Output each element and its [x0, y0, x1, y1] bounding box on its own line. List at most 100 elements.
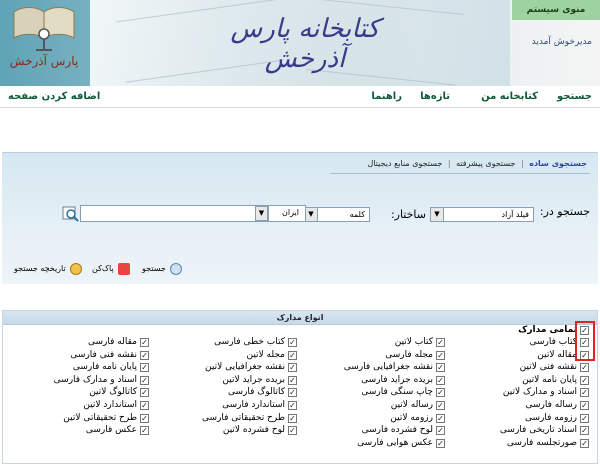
document-type-checkbox[interactable]: ✓ کاتالوگ لاتین: [9, 387, 149, 398]
document-type-checkbox[interactable]: ✓ مجله لاتین: [157, 350, 297, 361]
document-type-label: مجله فارسی: [385, 349, 433, 360]
document-type-checkbox[interactable]: ✓ نقشه فنی لاتین: [449, 362, 589, 373]
system-menu-button[interactable]: منوی سیستم: [512, 0, 600, 20]
document-type-checkbox[interactable]: ✓ اسناد و مدارک لاتین: [449, 387, 589, 398]
checkbox-checked-icon: ✓: [288, 375, 297, 385]
tabs-divider: [330, 173, 590, 174]
nav-add-page[interactable]: اضافه کردن صفحه: [8, 91, 100, 102]
checkbox-checked-icon: ✓: [436, 438, 445, 448]
nav-help[interactable]: راهنما: [371, 91, 402, 102]
document-type-label: لوح فشرده لاتین: [222, 425, 285, 436]
structure-select[interactable]: کلمه ▼: [304, 207, 370, 222]
document-type-checkbox[interactable]: ✓ کتاب فارسی: [449, 337, 589, 348]
input-lang-text: ایران: [282, 208, 299, 217]
document-type-label: نقشه جغرافیایی لاتین: [205, 362, 285, 373]
checkbox-checked-icon: ✓: [436, 363, 445, 373]
document-type-label: اسناد تاریخی فارسی: [499, 425, 577, 436]
document-type-label: استاندارد لاتین: [83, 400, 137, 410]
query-label: جستجو در:: [539, 205, 590, 218]
document-type-checkbox[interactable]: ✓ کاتالوگ فارسی: [157, 387, 297, 398]
document-type-label: استاندارد فارسی: [222, 400, 285, 410]
checkbox-checked-icon: ✓: [288, 350, 297, 360]
document-type-label: عکس فارسی: [85, 425, 137, 436]
document-type-checkbox[interactable]: ✓ رزومه لاتین: [305, 413, 445, 424]
checkbox-checked-icon: ✓: [436, 401, 445, 410]
checkbox-checked-icon: ✓: [580, 426, 589, 436]
tab-advanced-search[interactable]: جستجوی پیشرفته: [453, 159, 518, 168]
checkbox-checked-icon: ✓: [436, 338, 445, 347]
document-type-checkbox[interactable]: ✓ مقاله فارسی: [9, 337, 149, 348]
document-type-checkbox[interactable]: ✓ کتاب لاتین: [305, 337, 445, 348]
document-type-checkbox[interactable]: ✓ بریده جراید لاتین: [157, 375, 297, 386]
clear-button[interactable]: پاک‌کن: [92, 261, 131, 277]
document-type-checkbox[interactable]: ✓ اسناد و مدارک فارسی: [9, 375, 149, 386]
document-type-checkbox[interactable]: ✓ نقشه فنی فارسی: [9, 350, 149, 361]
document-type-checkbox[interactable]: ✓ کتاب خطی فارسی: [157, 337, 297, 348]
document-type-checkbox[interactable]: ✓ نقشه جغرافیایی فارسی: [305, 362, 445, 373]
magnifier-icon: [170, 262, 183, 275]
nav-news[interactable]: تازه‌ها: [420, 91, 450, 102]
nav-search[interactable]: جستجو: [557, 91, 592, 102]
lookup-icon[interactable]: [62, 205, 79, 222]
structure-label: ساختار:: [390, 208, 426, 221]
document-type-checkbox[interactable]: ✓ طرح تحقیقاتی فارسی: [157, 413, 297, 424]
tab-simple-search[interactable]: جستجوی ساده: [526, 159, 590, 168]
document-type-checkbox[interactable]: ✓ اسناد تاریخی فارسی: [449, 425, 589, 436]
checkbox-checked-icon: ✓: [288, 363, 297, 373]
library-logo[interactable]: پارس آذرخش: [8, 4, 80, 80]
checkbox-checked-icon: ✓: [140, 413, 149, 423]
document-type-checkbox[interactable]: ✓ مقاله لاتین: [449, 350, 589, 361]
close-icon: [118, 262, 131, 275]
document-type-checkbox[interactable]: ✓ پایان نامه لاتین: [449, 375, 589, 386]
checkbox-checked-icon: ✓: [140, 375, 149, 385]
document-type-label: رزومه فارسی: [525, 412, 577, 423]
checkbox-checked-icon: ✓: [140, 401, 149, 410]
document-type-label: کاتالوگ فارسی: [227, 387, 285, 398]
document-type-label: بریده جراید فارسی: [361, 374, 433, 385]
document-type-checkbox[interactable]: ✓ رساله لاتین: [305, 400, 445, 411]
document-type-checkbox[interactable]: ✓ صورتجلسه فارسی: [449, 438, 589, 449]
document-type-checkbox[interactable]: ✓ پایان نامه فارسی: [9, 362, 149, 373]
document-type-checkbox[interactable]: ✓ چاپ سنگی فارسی: [305, 387, 445, 398]
document-type-label: کتاب لاتین: [394, 337, 433, 347]
checkbox-checked-icon: ✓: [140, 363, 149, 373]
document-type-label: نقشه فنی فارسی: [70, 349, 137, 360]
tab-digital-search[interactable]: جستجوی منابع دیجیتال: [365, 159, 446, 168]
document-type-checkbox[interactable]: ✓ استاندارد لاتین: [9, 400, 149, 411]
document-type-label: لوح فشرده فارسی: [361, 425, 433, 436]
document-type-checkbox[interactable]: ✓ استاندارد فارسی: [157, 400, 297, 411]
document-type-checkbox[interactable]: ✓ بریده جراید فارسی: [305, 375, 445, 386]
document-type-checkbox[interactable]: ✓ رزومه فارسی: [449, 413, 589, 424]
nav-my-library[interactable]: کتابخانه من: [481, 91, 538, 102]
document-type-checkbox[interactable]: ✓ طرح تحقیقاتی لاتین: [9, 413, 149, 424]
document-type-checkbox[interactable]: ✓ لوح فشرده فارسی: [305, 425, 445, 436]
page-header: کتابخانه پارس آذرخش پارس آذرخش منوی سیست…: [0, 0, 600, 86]
checkbox-checked-icon: ✓: [580, 363, 589, 373]
document-type-label: اسناد و مدارک لاتین: [502, 387, 577, 398]
document-type-label: پایان نامه لاتین: [522, 374, 577, 385]
document-type-label: چاپ سنگی فارسی: [361, 387, 433, 398]
document-type-checkbox[interactable]: ✓ لوح فشرده لاتین: [157, 425, 297, 436]
document-type-label: مجله لاتین: [246, 349, 285, 360]
document-type-checkbox[interactable]: ✓ نقشه جغرافیایی لاتین: [157, 362, 297, 373]
search-panel: جستجوی ساده | جستجوی پیشرفته | جستجوی من…: [2, 152, 598, 284]
search-input[interactable]: ایران ▼: [80, 205, 306, 222]
chevron-down-icon: ▼: [431, 208, 444, 221]
field-select[interactable]: فیلد آزاد ▼: [430, 207, 534, 222]
document-type-checkbox[interactable]: ✓ عکس فارسی: [9, 425, 149, 436]
document-type-label: نقشه جغرافیایی فارسی: [343, 362, 433, 373]
lang-select-toggle[interactable]: ▼: [255, 206, 269, 221]
search-history-button[interactable]: تاریخچه جستجو: [14, 261, 83, 277]
document-type-checkbox[interactable]: ✓ مجله فارسی: [305, 350, 445, 361]
all-documents-checkbox[interactable]: ✓ تمامی مدارک: [469, 325, 589, 336]
document-type-checkbox[interactable]: ✓ عکس هوایی فارسی: [305, 438, 445, 449]
checkbox-checked-icon: ✓: [436, 413, 445, 423]
chevron-down-icon: ▼: [256, 207, 268, 220]
document-type-label: طرح تحقیقاتی فارسی: [202, 412, 285, 423]
checkbox-checked-icon: ✓: [580, 413, 589, 423]
document-type-checkbox[interactable]: ✓ رساله فارسی: [449, 400, 589, 411]
checkbox-checked-icon: ✓: [580, 401, 589, 410]
welcome-text: مدیرخوش آمدید: [531, 37, 592, 47]
checkbox-checked-icon: ✓: [288, 388, 297, 398]
search-button[interactable]: جستجو: [142, 261, 183, 277]
